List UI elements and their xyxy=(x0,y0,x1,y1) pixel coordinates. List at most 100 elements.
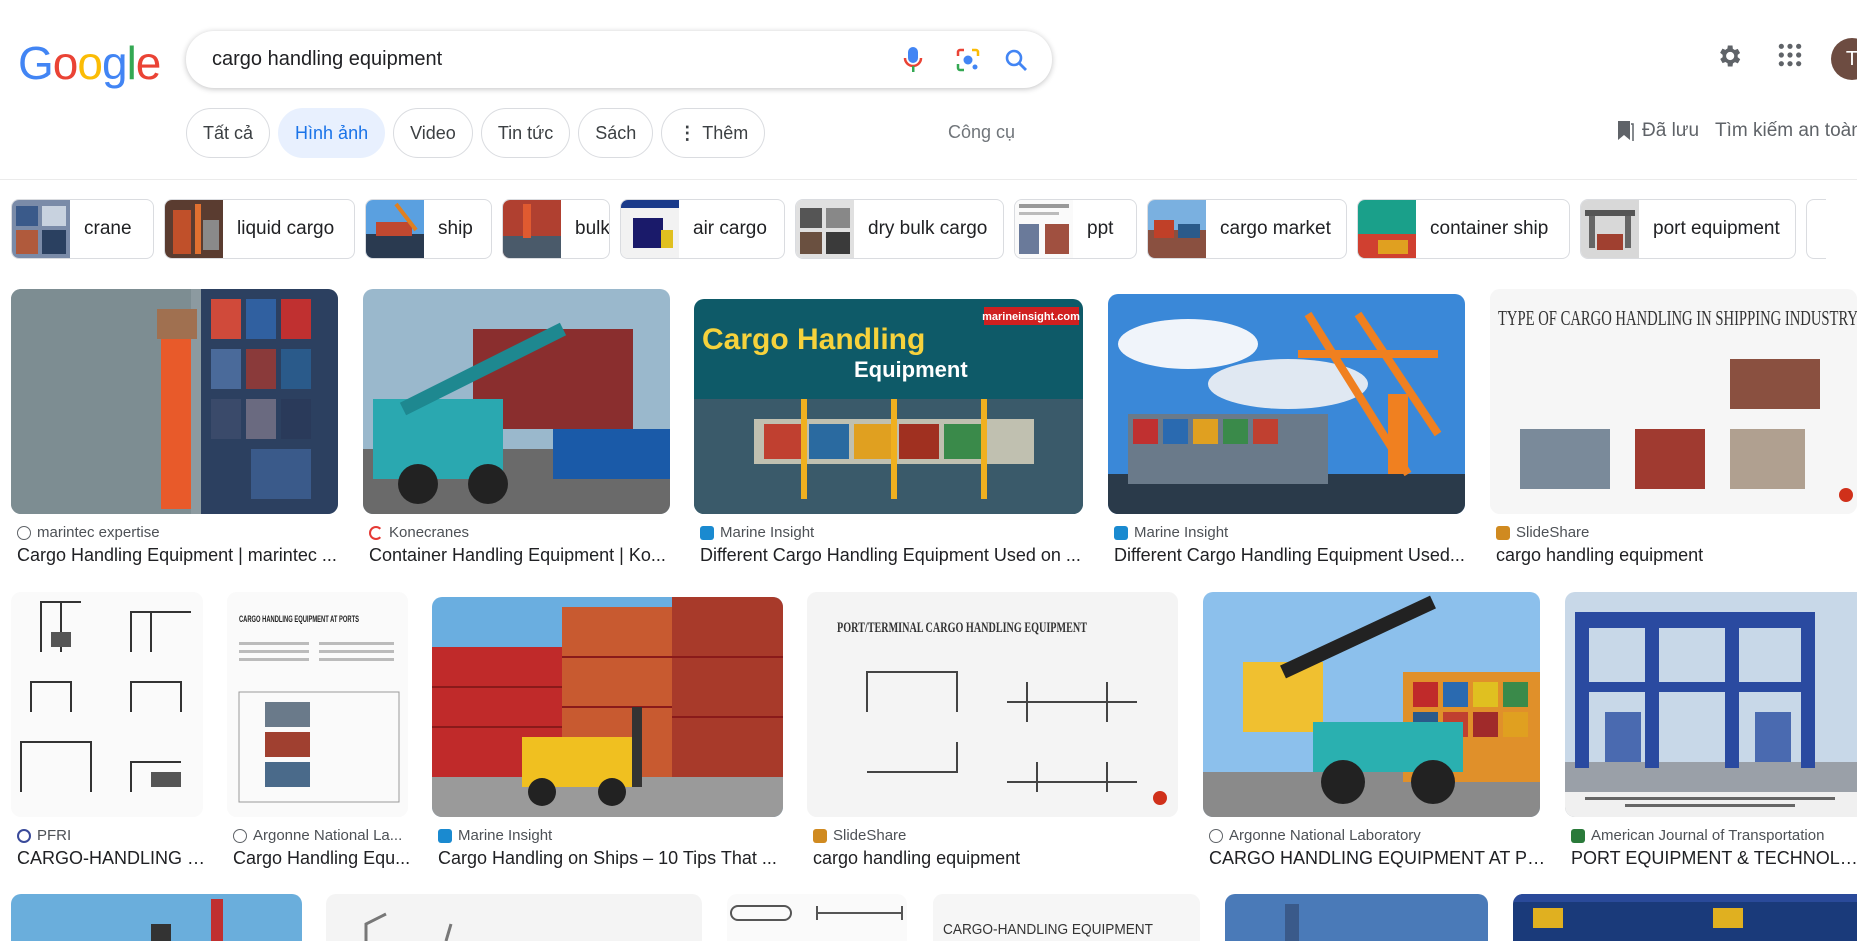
result-title[interactable]: CARGO HANDLING EQUIPMENT AT PO... xyxy=(1209,848,1546,869)
image-result[interactable]: Argonne National Laboratory CARGO HANDLI… xyxy=(1203,592,1546,872)
result-title[interactable]: Cargo Handling Equipment | marintec ... xyxy=(17,545,344,566)
related-chip-crane[interactable]: crane xyxy=(11,199,154,259)
result-image[interactable] xyxy=(1108,294,1465,514)
related-chip-air-cargo[interactable]: air cargo xyxy=(620,199,785,259)
related-label: bulk xyxy=(575,218,610,239)
tab-images[interactable]: Hình ảnh xyxy=(278,108,386,158)
saved-label: Đã lưu xyxy=(1642,120,1700,141)
result-title[interactable]: cargo handling equipment xyxy=(1496,545,1856,566)
image-result[interactable] xyxy=(1225,894,1488,941)
result-image[interactable]: CARGO-HANDLING EQUIPMENT xyxy=(933,894,1200,941)
result-image[interactable] xyxy=(1513,894,1857,941)
image-result[interactable] xyxy=(326,894,702,941)
related-chip-container-ship[interactable]: container ship xyxy=(1357,199,1570,259)
result-image[interactable]: marineinsight.com Cargo Handling Equipment xyxy=(694,299,1083,514)
result-title[interactable]: Container Handling Equipment | Ko... xyxy=(369,545,676,566)
result-source: PFRI xyxy=(17,827,71,844)
related-chip-partial[interactable] xyxy=(1806,199,1826,259)
image-result[interactable]: Marine Insight Different Cargo Handling … xyxy=(1108,289,1465,569)
result-title[interactable]: Different Cargo Handling Equipment Used.… xyxy=(1114,545,1471,566)
settings-icon[interactable] xyxy=(1715,42,1743,75)
result-title[interactable]: Cargo Handling Equ... xyxy=(233,848,414,869)
search-icon[interactable] xyxy=(1001,45,1031,75)
related-chip-ppt[interactable]: ppt xyxy=(1014,199,1137,259)
related-label: dry bulk cargo xyxy=(868,218,988,239)
result-image[interactable]: PORT/TERMINAL CARGO HANDLING EQUIPMENT xyxy=(807,592,1178,817)
result-image[interactable] xyxy=(1225,894,1488,941)
tab-more[interactable]: ⋮ Thêm xyxy=(661,108,766,158)
image-result[interactable]: CARGO-HANDLING EQUIPMENT xyxy=(933,894,1200,941)
result-image[interactable]: CARGO HANDLING EQUIPMENT AT PORTS xyxy=(227,592,408,817)
tab-video[interactable]: Video xyxy=(393,108,473,158)
tab-news[interactable]: Tin tức xyxy=(480,108,571,158)
image-result[interactable]: American Journal of Transportation PORT … xyxy=(1565,592,1857,872)
image-result[interactable] xyxy=(1513,894,1857,941)
google-logo[interactable]: Google xyxy=(18,36,161,90)
result-title[interactable]: cargo handling equipment xyxy=(813,848,1184,869)
image-result[interactable]: PORT/TERMINAL CARGO HANDLING EQUIPMENT S… xyxy=(807,592,1178,872)
saved-button[interactable]: Đã lưu xyxy=(1616,120,1699,142)
lens-camera-icon[interactable] xyxy=(953,45,983,75)
related-chip-port-equipment[interactable]: port equipment xyxy=(1580,199,1796,259)
result-image[interactable] xyxy=(1565,592,1857,817)
result-image[interactable] xyxy=(326,894,702,941)
result-title[interactable]: Cargo Handling on Ships – 10 Tips That .… xyxy=(438,848,789,869)
result-source: marintec expertise xyxy=(17,524,160,541)
related-chip-cargo-market[interactable]: cargo market xyxy=(1147,199,1347,259)
pfri-icon xyxy=(17,828,31,843)
search-box[interactable]: cargo handling equipment xyxy=(186,31,1052,88)
slideshare-icon xyxy=(1496,525,1510,540)
image-result[interactable]: Konecranes Container Handling Equipment … xyxy=(363,289,670,569)
tools-button[interactable]: Công cụ xyxy=(948,122,1015,143)
result-title[interactable]: CARGO-HANDLING E... xyxy=(17,848,209,869)
apps-grid-icon[interactable] xyxy=(1777,42,1803,73)
image-result[interactable] xyxy=(727,894,907,941)
result-image[interactable] xyxy=(1203,592,1540,817)
result-image[interactable] xyxy=(11,894,302,941)
image-overlay-title: Cargo Handling xyxy=(702,323,925,356)
result-title[interactable]: PORT EQUIPMENT & TECHNOLOG... xyxy=(1571,848,1857,869)
related-thumb xyxy=(796,200,854,258)
image-result[interactable]: marineinsight.com Cargo Handling Equipment… xyxy=(694,289,1083,569)
marine-insight-icon xyxy=(438,828,452,843)
image-result[interactable]: CARGO HANDLING EQUIPMENT AT PORTS Argonn… xyxy=(227,592,410,872)
ajot-icon xyxy=(1571,828,1585,843)
related-label: air cargo xyxy=(693,218,767,239)
result-source: SlideShare xyxy=(813,827,906,844)
result-source: Argonne National La... xyxy=(233,827,402,844)
related-chip-ship[interactable]: ship xyxy=(365,199,492,259)
tab-all[interactable]: Tất cả xyxy=(186,108,271,158)
related-chip-bulk[interactable]: bulk xyxy=(502,199,610,259)
result-image[interactable]: TYPE OF CARGO HANDLING IN SHIPPING INDUS… xyxy=(1490,289,1857,514)
account-avatar[interactable]: T xyxy=(1831,38,1857,80)
source-label: PFRI xyxy=(37,827,72,844)
slideshare-icon xyxy=(813,828,827,843)
image-result[interactable]: Marine Insight Cargo Handling on Ships –… xyxy=(432,592,783,872)
result-image[interactable] xyxy=(727,894,907,941)
search-input[interactable]: cargo handling equipment xyxy=(212,48,442,71)
search-tabs: Tất cả Hình ảnh Video Tin tức Sách ⋮ Thêm xyxy=(186,108,766,158)
source-label: marintec expertise xyxy=(37,524,160,541)
konecranes-icon xyxy=(369,525,383,540)
related-label: ship xyxy=(438,218,473,239)
image-result[interactable] xyxy=(11,894,302,941)
result-image[interactable] xyxy=(363,289,670,514)
tab-books[interactable]: Sách xyxy=(578,108,654,158)
image-result[interactable]: TYPE OF CARGO HANDLING IN SHIPPING INDUS… xyxy=(1490,289,1857,569)
result-source: Argonne National Laboratory xyxy=(1209,827,1421,844)
result-title[interactable]: Different Cargo Handling Equipment Used … xyxy=(700,545,1089,566)
related-chip-dry-bulk-cargo[interactable]: dry bulk cargo xyxy=(795,199,1004,259)
bookmark-icon xyxy=(1618,121,1634,141)
image-result[interactable]: PFRI CARGO-HANDLING E... xyxy=(11,592,209,872)
source-label: Marine Insight xyxy=(720,524,815,541)
microphone-icon[interactable] xyxy=(898,45,928,75)
result-source: Konecranes xyxy=(369,524,469,541)
result-image[interactable] xyxy=(432,597,783,817)
image-overlay-subtitle: Equipment xyxy=(854,357,968,382)
header: Google cargo handling equipment T Tất cả… xyxy=(0,0,1857,180)
safe-search-button[interactable]: Tìm kiếm an toàn xyxy=(1715,120,1857,142)
result-image[interactable] xyxy=(11,592,203,817)
result-image[interactable] xyxy=(11,289,338,514)
image-result[interactable]: marintec expertise Cargo Handling Equipm… xyxy=(11,289,338,569)
related-chip-liquid-cargo[interactable]: liquid cargo xyxy=(164,199,355,259)
